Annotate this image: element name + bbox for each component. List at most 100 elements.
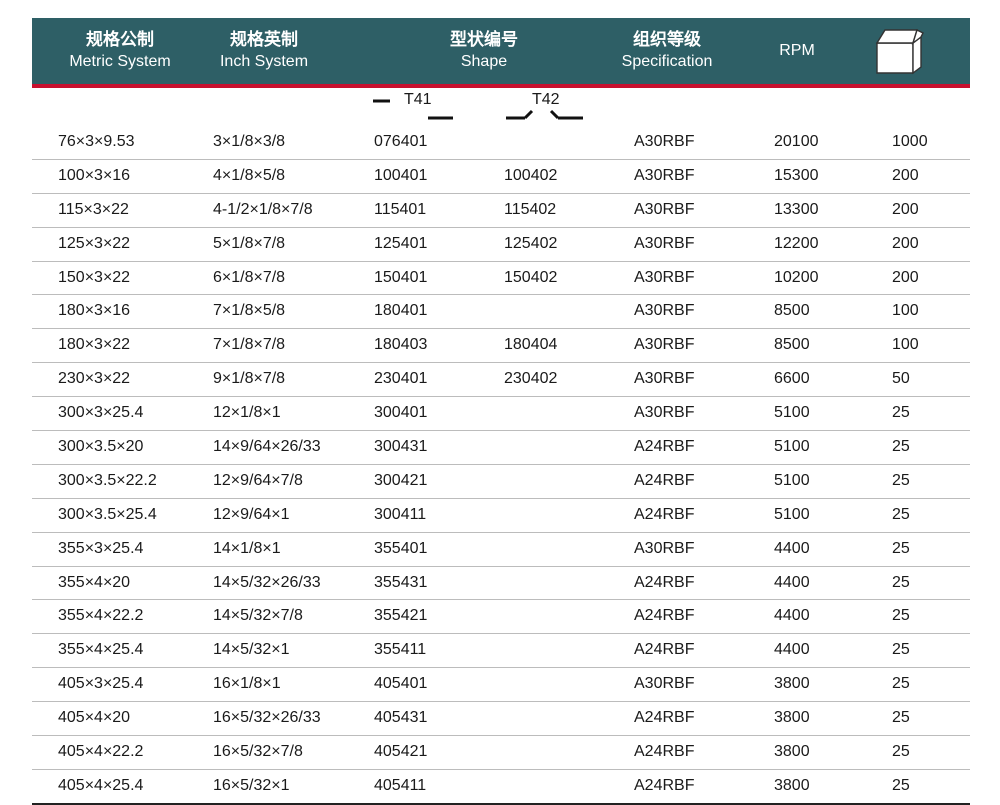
cell-metric: 150×3×22 [58,268,131,286]
table-body: 76×3×9.53 3×1/8×3/8 076401 A30RBF 20100 1000 1… [32,126,970,805]
cell-inch: 12×9/64×7/8 [213,471,303,489]
cell-shape-t41: 405411 [374,776,427,794]
cell-qty: 25 [892,675,910,693]
cell-inch: 16×5/32×7/8 [213,743,303,761]
cell-shape-t42: 115402 [504,200,557,218]
cell-qty: 25 [892,404,910,422]
header-rpm-en: RPM [779,42,815,59]
cell-rpm: 4400 [774,539,810,557]
cell-shape-t41: 230401 [374,370,428,388]
cell-metric: 355×4×25.4 [58,641,144,659]
table-row: 100×3×16 4×1/8×5/8 100401 100402 A30RBF 15300… [32,160,970,194]
cell-shape-t42: 100402 [504,166,558,184]
cell-spec: A30RBF [634,370,695,388]
cell-spec: A30RBF [634,302,695,320]
cell-metric: 405×4×25.4 [58,776,144,794]
cell-rpm: 5100 [774,438,810,456]
table-row: 125×3×22 5×1/8×7/8 125401 125402 A30RBF 12200… [32,228,970,262]
cell-rpm: 4400 [774,573,810,591]
cell-inch: 4-1/2×1/8×7/8 [213,200,313,218]
table-row: 355×4×25.4 14×5/32×1 355411 A24RBF 4400 25 [32,634,970,669]
cell-qty: 200 [892,234,919,252]
cell-shape-t41: 355431 [374,573,428,591]
cell-inch: 14×9/64×26/33 [213,438,321,456]
cell-inch: 16×5/32×1 [213,776,290,794]
table-row: 405×4×20 16×5/32×26/33 405431 A24RBF 3800 25 [32,702,970,737]
cell-rpm: 3800 [774,743,810,761]
table-row: 115×3×22 4-1/2×1/8×7/8 115401 115402 A30RBF 1… [32,194,970,228]
cell-inch: 16×1/8×1 [213,675,281,693]
cell-inch: 12×9/64×1 [213,505,290,523]
table-row: 355×3×25.4 14×1/8×1 355401 A30RBF 4400 25 [32,533,970,567]
cell-qty: 100 [892,302,919,320]
cell-qty: 25 [892,573,910,591]
cell-qty: 25 [892,743,910,761]
cell-rpm: 4400 [774,641,810,659]
header-rpm: RPM [757,18,837,84]
cell-qty: 25 [892,505,910,523]
cell-inch: 14×5/32×26/33 [213,573,321,591]
cell-shape-t42: 125402 [504,234,558,252]
table-row: 405×4×25.4 16×5/32×1 405411 A24RBF 3800 25 [32,770,970,805]
cell-metric: 405×3×25.4 [58,675,144,693]
cell-shape-t42: 230402 [504,370,558,388]
cell-metric: 300×3.5×20 [58,438,144,456]
cell-inch: 14×5/32×1 [213,641,290,659]
cell-qty: 50 [892,370,910,388]
table-row: 180×3×22 7×1/8×7/8 180403 180404 A30RBF 8500 1… [32,329,970,364]
cell-metric: 300×3.5×22.2 [58,471,157,489]
table-row: 76×3×9.53 3×1/8×3/8 076401 A30RBF 20100 1000 [32,126,970,160]
cell-metric: 300×3.5×25.4 [58,505,157,523]
cell-spec: A24RBF [634,438,695,456]
cell-spec: A30RBF [634,200,695,218]
header-shape-zh: 型状编号 [450,30,518,50]
cell-shape-t41: 405401 [374,675,428,693]
cell-spec: A24RBF [634,607,695,625]
cell-inch: 7×1/8×5/8 [213,302,286,320]
cell-inch: 7×1/8×7/8 [213,336,286,354]
cell-inch: 3×1/8×3/8 [213,133,286,150]
cell-qty: 1000 [892,133,928,150]
cell-metric: 355×4×22.2 [58,607,144,625]
cell-inch: 6×1/8×7/8 [213,268,286,286]
cell-shape-t41: 405431 [374,709,428,727]
cell-qty: 25 [892,438,910,456]
header-spec-en: Specification [621,53,713,70]
cell-inch: 9×1/8×7/8 [213,370,286,388]
cell-shape-t41: 125401 [374,234,428,252]
cell-metric: 76×3×9.53 [58,133,135,150]
cell-spec: A30RBF [634,133,695,150]
table-row: 300×3.5×25.4 12×9/64×1 300411 A24RBF 5100 25 [32,499,970,533]
cell-qty: 25 [892,776,910,794]
cell-metric: 405×4×20 [58,709,131,727]
cell-spec: A30RBF [634,166,695,184]
header-metric: 规格公制 Metric System [50,18,190,84]
cell-spec: A24RBF [634,743,695,761]
table-header: 规格公制 Metric System 规格英制 Inch System 型状编号… [32,18,970,88]
cell-rpm: 15300 [774,166,819,184]
cell-metric: 300×3×25.4 [58,404,144,422]
cell-shape-t42: 180404 [504,336,558,354]
cell-shape-t41: 355401 [374,539,428,557]
header-shape: 型状编号 Shape [424,18,544,84]
header-metric-en: Metric System [69,53,171,70]
cell-rpm: 4400 [774,607,810,625]
cell-spec: A30RBF [634,675,695,693]
cell-spec: A24RBF [634,709,695,727]
cell-shape-t41: 180403 [374,336,428,354]
cell-rpm: 3800 [774,709,810,727]
box-icon [875,29,924,75]
cell-spec: A24RBF [634,471,695,489]
cell-inch: 4×1/8×5/8 [213,166,286,184]
cell-qty: 25 [892,539,910,557]
header-spec-zh: 组织等级 [633,30,701,50]
cell-shape-t42: 150402 [504,268,558,286]
cell-shape-t41: 115401 [374,200,427,218]
cell-metric: 100×3×16 [58,166,131,184]
table-row: 300×3.5×20 14×9/64×26/33 300431 A24RBF 5100 2… [32,431,970,465]
cell-metric: 180×3×16 [58,302,131,320]
cell-shape-t41: 300431 [374,438,428,456]
cell-inch: 12×1/8×1 [213,404,281,422]
cell-rpm: 5100 [774,404,810,422]
cell-qty: 25 [892,471,910,489]
